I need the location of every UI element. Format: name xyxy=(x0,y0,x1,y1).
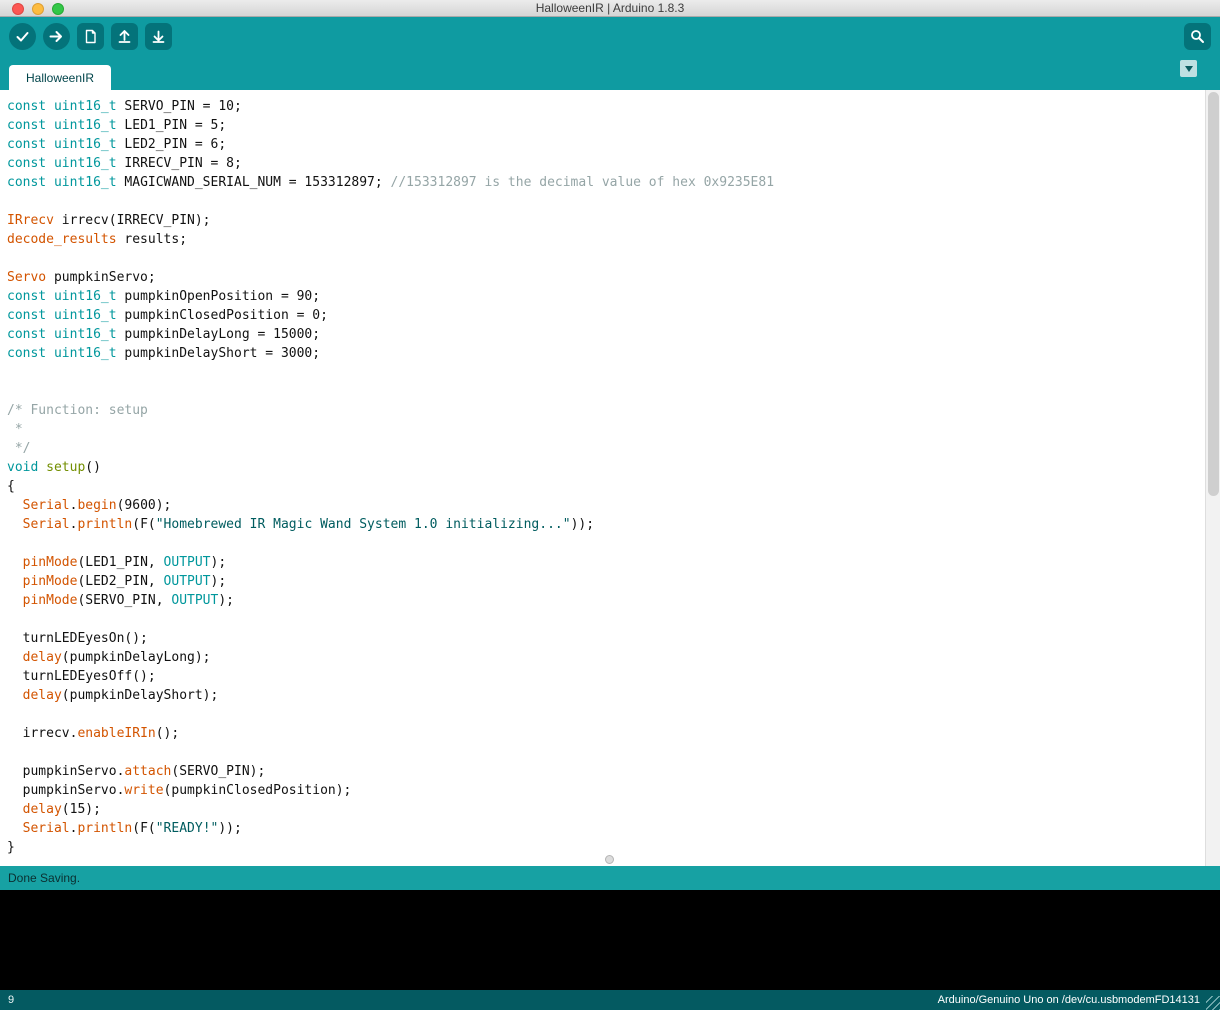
code-line: pumpkinServo.write(pumpkinClosedPosition… xyxy=(7,781,1198,800)
window-title: HalloweenIR | Arduino 1.8.3 xyxy=(536,1,685,15)
tab-bar: HalloweenIR xyxy=(0,55,1220,90)
code-line: Serial.begin(9600); xyxy=(7,496,1198,515)
code-line: const uint16_t pumpkinOpenPosition = 90; xyxy=(7,287,1198,306)
upload-button[interactable] xyxy=(43,23,70,50)
tab-label: HalloweenIR xyxy=(26,71,94,85)
code-line xyxy=(7,534,1198,553)
code-line: delay(15); xyxy=(7,800,1198,819)
code-line xyxy=(7,705,1198,724)
code-line: irrecv.enableIRIn(); xyxy=(7,724,1198,743)
code-line: IRrecv irrecv(IRRECV_PIN); xyxy=(7,211,1198,230)
code-line: Servo pumpkinServo; xyxy=(7,268,1198,287)
serial-monitor-button[interactable] xyxy=(1184,23,1211,50)
scrollbar-thumb[interactable] xyxy=(1208,92,1219,496)
code-line xyxy=(7,382,1198,401)
title-bar: HalloweenIR | Arduino 1.8.3 xyxy=(0,0,1220,17)
code-line: const uint16_t SERVO_PIN = 10; xyxy=(7,97,1198,116)
footer-bar: 9 Arduino/Genuino Uno on /dev/cu.usbmode… xyxy=(0,990,1220,1010)
chevron-down-icon xyxy=(1185,66,1193,72)
status-bar: Done Saving. xyxy=(0,866,1220,890)
code-line: pinMode(SERVO_PIN, OUTPUT); xyxy=(7,591,1198,610)
code-line xyxy=(7,363,1198,382)
code-line: pinMode(LED2_PIN, OUTPUT); xyxy=(7,572,1198,591)
console-output xyxy=(0,890,1220,990)
code-line: delay(pumpkinDelayShort); xyxy=(7,686,1198,705)
code-line: Serial.println(F("READY!")); xyxy=(7,819,1198,838)
new-sketch-button[interactable] xyxy=(77,23,104,50)
code-line xyxy=(7,192,1198,211)
minimize-button[interactable] xyxy=(32,3,44,15)
arrow-right-icon xyxy=(47,27,66,46)
code-line xyxy=(7,743,1198,762)
window-resize-grip[interactable] xyxy=(1206,996,1220,1010)
code-line: turnLEDEyesOn(); xyxy=(7,629,1198,648)
code-area[interactable]: const uint16_t SERVO_PIN = 10;const uint… xyxy=(0,90,1220,857)
code-line: const uint16_t MAGICWAND_SERIAL_NUM = 15… xyxy=(7,173,1198,192)
tab-halloweenir[interactable]: HalloweenIR xyxy=(9,65,111,90)
code-line: * xyxy=(7,420,1198,439)
arduino-ide-window: HalloweenIR | Arduino 1.8.3 xyxy=(0,0,1220,1010)
code-line: delay(pumpkinDelayLong); xyxy=(7,648,1198,667)
close-button[interactable] xyxy=(12,3,24,15)
code-line: pumpkinServo.attach(SERVO_PIN); xyxy=(7,762,1198,781)
code-line: const uint16_t IRRECV_PIN = 8; xyxy=(7,154,1198,173)
code-line xyxy=(7,249,1198,268)
code-line xyxy=(7,610,1198,629)
code-line: decode_results results; xyxy=(7,230,1198,249)
magnifier-icon xyxy=(1188,27,1207,46)
code-line: const uint16_t pumpkinDelayShort = 3000; xyxy=(7,344,1198,363)
toolbar xyxy=(0,17,1220,55)
editor-scrollbar[interactable] xyxy=(1205,90,1220,866)
code-line: turnLEDEyesOff(); xyxy=(7,667,1198,686)
code-line: { xyxy=(7,477,1198,496)
zoom-button[interactable] xyxy=(52,3,64,15)
arrow-down-icon xyxy=(149,27,168,46)
traffic-lights xyxy=(12,3,64,15)
line-number-indicator: 9 xyxy=(8,994,14,1006)
code-line: */ xyxy=(7,439,1198,458)
check-icon xyxy=(13,27,32,46)
code-line: void setup() xyxy=(7,458,1198,477)
board-port-info: Arduino/Genuino Uno on /dev/cu.usbmodemF… xyxy=(938,994,1200,1006)
code-line: const uint16_t LED1_PIN = 5; xyxy=(7,116,1198,135)
open-button[interactable] xyxy=(111,23,138,50)
document-icon xyxy=(81,27,100,46)
code-line: /* Function: setup xyxy=(7,401,1198,420)
code-line: pinMode(LED1_PIN, OUTPUT); xyxy=(7,553,1198,572)
arrow-up-icon xyxy=(115,27,134,46)
editor-pane[interactable]: const uint16_t SERVO_PIN = 10;const uint… xyxy=(0,90,1220,866)
tab-menu-button[interactable] xyxy=(1180,60,1197,77)
code-line: } xyxy=(7,838,1198,857)
code-line: const uint16_t pumpkinDelayLong = 15000; xyxy=(7,325,1198,344)
verify-button[interactable] xyxy=(9,23,36,50)
code-line: const uint16_t pumpkinClosedPosition = 0… xyxy=(7,306,1198,325)
splitter-grip[interactable] xyxy=(605,855,614,864)
status-message: Done Saving. xyxy=(8,871,80,885)
code-line: Serial.println(F("Homebrewed IR Magic Wa… xyxy=(7,515,1198,534)
code-line: const uint16_t LED2_PIN = 6; xyxy=(7,135,1198,154)
save-button[interactable] xyxy=(145,23,172,50)
